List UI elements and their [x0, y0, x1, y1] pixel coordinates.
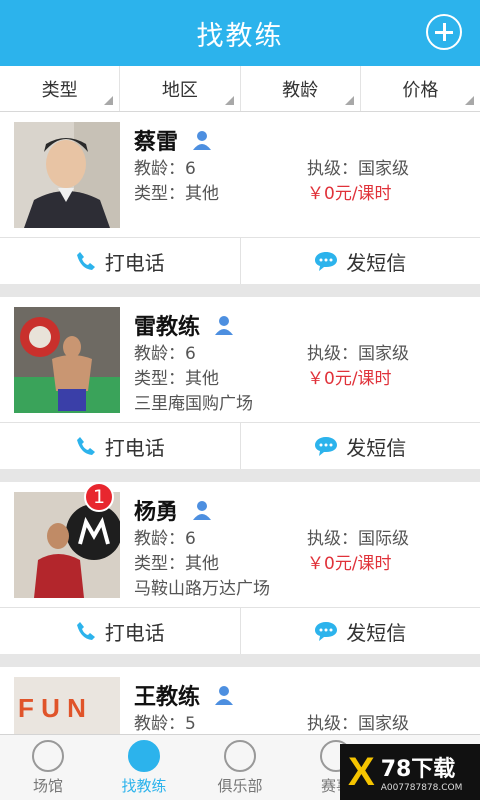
tab-find-coach[interactable]: 找教练 [96, 735, 192, 800]
coach-experience: 教龄：6 [134, 344, 196, 364]
coach-price: ￥0元/课时 [307, 184, 392, 204]
call-label: 打电话 [104, 250, 165, 275]
coach-list: 蔡雷 教龄：6 类型：其他 执级：国家级 ￥0元/课时 打电话 发短信 雷教练 … [0, 112, 480, 734]
tab-label: 场馆 [32, 776, 63, 795]
coach-type: 类型：其他 [134, 184, 219, 204]
page-title: 找教练 [196, 20, 284, 52]
notification-badge: 1 [84, 482, 114, 512]
chat-bubble-icon [315, 437, 338, 456]
coach-type: 类型：其他 [134, 369, 219, 389]
club-icon [224, 739, 256, 772]
coach-info[interactable]: 雷教练 教龄：6 类型：其他 三里庵国购广场 执级：国家级 ￥0元/课时 [0, 297, 480, 423]
coach-level: 执级：国家级 [307, 159, 409, 179]
coach-card: 雷教练 教龄：6 类型：其他 三里庵国购广场 执级：国家级 ￥0元/课时 打电话… [0, 297, 480, 469]
chat-bubble-icon [315, 252, 338, 271]
coach-info[interactable]: 蔡雷 教龄：6 类型：其他 执级：国家级 ￥0元/课时 [0, 112, 480, 238]
call-button[interactable]: 打电话 [0, 608, 241, 654]
coach-name: 杨勇 [134, 500, 179, 525]
coach-experience: 教龄：6 [134, 529, 196, 549]
coach-info[interactable]: 1 杨勇 教龄：6 类型：其他 马鞍山路万达广场 执级：国际级 ￥0元/课时 [0, 482, 480, 608]
coach-price: ￥0元/课时 [307, 369, 392, 389]
coach-photo [14, 307, 120, 413]
coach-experience: 教龄：5 [134, 714, 196, 734]
coach-photo: F U N [14, 677, 120, 734]
coach-name-row: 蔡雷 [134, 124, 212, 156]
user-icon [193, 501, 212, 520]
coach-photo [14, 122, 120, 228]
watermark-title: 78下载 [380, 757, 456, 782]
coach-experience: 教龄：6 [134, 159, 196, 179]
tab-label: 俱乐部 [217, 776, 263, 795]
phone-icon [76, 622, 95, 640]
top-bar: 找教练 [0, 0, 480, 66]
sms-label: 发短信 [346, 435, 407, 460]
sms-button[interactable]: 发短信 [241, 423, 480, 469]
coach-type: 类型：其他 [134, 554, 219, 574]
sms-label: 发短信 [346, 620, 407, 645]
filter-price[interactable]: 价格 [361, 66, 480, 111]
filter-bar: 类型 地区 教龄 价格 [0, 66, 480, 112]
coach-icon [128, 739, 160, 772]
coach-name-row: 杨勇 [134, 494, 212, 526]
coach-name-row: 王教练 [134, 679, 234, 711]
coach-level: 执级：国际级 [307, 529, 409, 549]
coach-level: 执级：国家级 [307, 344, 409, 364]
filter-type[interactable]: 类型 [0, 66, 121, 111]
call-button[interactable]: 打电话 [0, 423, 241, 469]
call-label: 打电话 [104, 435, 165, 460]
dropdown-corner-icon [344, 96, 354, 105]
svg-text:F U N: F U N [18, 693, 86, 723]
chat-bubble-icon [315, 622, 338, 641]
sms-label: 发短信 [346, 250, 407, 275]
call-label: 打电话 [104, 620, 165, 645]
user-icon [215, 316, 234, 335]
dropdown-corner-icon [224, 96, 234, 105]
filter-label: 价格 [402, 79, 439, 101]
coach-info[interactable]: F U N 王教练 教龄：5 执级：国家级 [0, 667, 480, 734]
sms-button[interactable]: 发短信 [241, 608, 480, 654]
tab-venues[interactable]: 场馆 [0, 735, 96, 800]
coach-address: 三里庵国购广场 [134, 394, 253, 414]
filter-label: 地区 [161, 79, 198, 101]
filter-label: 教龄 [282, 79, 319, 101]
phone-icon [76, 437, 95, 455]
coach-card: F U N 王教练 教龄：5 执级：国家级 [0, 667, 480, 734]
filter-experience[interactable]: 教龄 [241, 66, 361, 111]
watermark-url: A007787878.COM [380, 783, 463, 793]
coach-address: 马鞍山路万达广场 [134, 579, 270, 599]
dropdown-corner-icon [465, 96, 474, 105]
phone-icon [76, 252, 95, 270]
coach-card: 1 杨勇 教龄：6 类型：其他 马鞍山路万达广场 执级：国际级 ￥0元/课时 打… [0, 482, 480, 654]
coach-actions: 打电话 发短信 [0, 423, 480, 469]
tab-label: 找教练 [121, 776, 167, 795]
coach-name: 王教练 [134, 685, 201, 710]
filter-region[interactable]: 地区 [120, 66, 241, 111]
location-icon [32, 739, 64, 772]
coach-price: ￥0元/课时 [307, 554, 392, 574]
filter-label: 类型 [41, 79, 78, 101]
dropdown-corner-icon [104, 96, 114, 105]
coach-level: 执级：国家级 [307, 714, 409, 734]
user-icon [193, 131, 212, 150]
tab-club[interactable]: 俱乐部 [192, 735, 288, 800]
coach-name-row: 雷教练 [134, 309, 234, 341]
user-icon [215, 686, 234, 705]
sms-button[interactable]: 发短信 [241, 238, 480, 284]
coach-name: 雷教练 [134, 315, 201, 340]
coach-name: 蔡雷 [134, 130, 179, 155]
call-button[interactable]: 打电话 [0, 238, 241, 284]
coach-actions: 打电话 发短信 [0, 238, 480, 284]
watermark-mark: X [348, 749, 375, 794]
coach-card: 蔡雷 教龄：6 类型：其他 执级：国家级 ￥0元/课时 打电话 发短信 [0, 112, 480, 284]
coach-actions: 打电话 发短信 [0, 608, 480, 654]
watermark-logo: X 78下载 A007787878.COM [340, 744, 480, 800]
add-icon[interactable] [426, 14, 462, 50]
